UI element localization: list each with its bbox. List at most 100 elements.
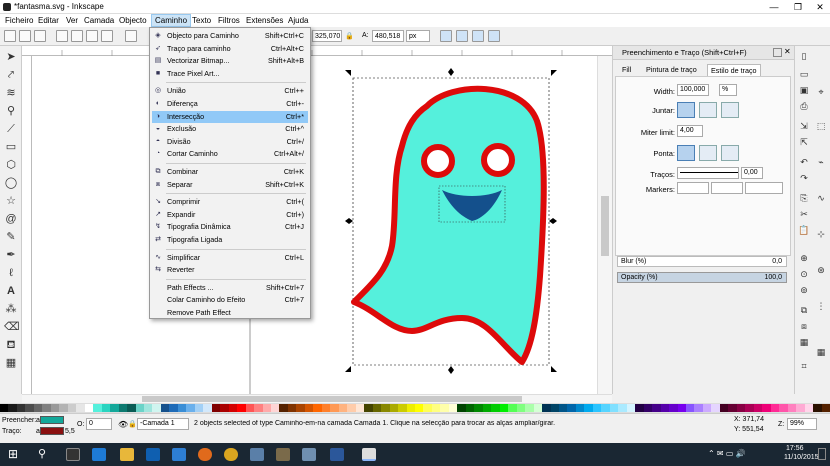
round-join-button[interactable] — [699, 102, 717, 118]
round-cap-button[interactable] — [699, 145, 717, 161]
snap-bbox-icon[interactable]: ⬚ — [815, 120, 827, 132]
ghost-body[interactable] — [351, 85, 547, 365]
menu-extensoes[interactable]: Extensões — [243, 14, 286, 27]
panel-close-icon[interactable]: ✕ — [784, 47, 791, 56]
copy-icon[interactable]: ⎘ — [798, 192, 810, 204]
menu-ajuda[interactable]: Ajuda — [285, 14, 311, 27]
menu-item-remove-path-effect[interactable]: Remove Path Effect — [152, 307, 308, 319]
redo-icon[interactable]: ↷ — [798, 172, 810, 184]
snap-paths-icon[interactable]: ∿ — [815, 192, 827, 204]
menu-item-division[interactable]: ◓ Divisão Ctrl+/ — [152, 136, 308, 148]
menu-camada[interactable]: Camada — [81, 14, 117, 27]
gradient-tool-icon[interactable]: ▦ — [4, 356, 18, 370]
zoom-selection-icon[interactable]: ⊕ — [798, 252, 810, 264]
menu-ver[interactable]: Ver — [63, 14, 81, 27]
menu-item-intersection[interactable]: ◑ Intersecção Ctrl+* — [152, 110, 308, 123]
start-button-icon[interactable]: ⊞ — [8, 447, 22, 461]
zoom-page-icon[interactable]: ⊚ — [798, 284, 810, 296]
task-view-icon[interactable] — [66, 448, 80, 461]
palette-swatch[interactable] — [821, 404, 830, 412]
search-icon[interactable]: ⚲ — [38, 447, 46, 460]
edge-browser-icon[interactable] — [92, 448, 106, 461]
fill-swatch[interactable] — [40, 416, 64, 424]
cut-icon[interactable]: ✂ — [798, 208, 810, 220]
menu-item-linked-offset[interactable]: ⇄ Tipografia Ligada — [152, 234, 308, 246]
dash-pattern-select[interactable] — [677, 167, 739, 179]
app-icon-1[interactable] — [250, 448, 264, 461]
snap-centers-icon[interactable]: ⊛ — [815, 264, 827, 276]
menu-caminho[interactable]: Caminho — [151, 14, 192, 27]
menu-item-dynamic-offset[interactable]: ↯ Tipografia Dinâmica Ctrl+J — [152, 221, 308, 233]
menu-item-outset[interactable]: ↗ Expandir Ctrl+) — [152, 209, 308, 221]
ellipse-tool-icon[interactable]: ◯ — [4, 176, 18, 190]
miter-limit-field[interactable]: 4,00 — [677, 125, 703, 137]
drawing-canvas[interactable] — [32, 56, 597, 394]
selector-tool-icon[interactable]: ➤ — [4, 50, 18, 64]
dropbox-icon[interactable] — [172, 448, 186, 461]
word-icon[interactable] — [330, 448, 344, 461]
print-icon[interactable]: ⎙ — [798, 100, 810, 112]
xml-editor-icon[interactable]: ⌗ — [798, 360, 810, 372]
menu-item-exclusion[interactable]: ◒ Exclusão Ctrl+^ — [152, 123, 308, 135]
menu-item-cut-path[interactable]: ◔ Cortar Caminho Ctrl+Alt+/ — [152, 148, 308, 160]
menu-item-reverse[interactable]: ⇆ Reverter — [152, 264, 308, 276]
pencil-tool-icon[interactable]: ✎ — [4, 230, 18, 244]
move-patterns-icon[interactable] — [488, 30, 500, 42]
menu-item-combine[interactable]: ⧉ Combinar Ctrl+K — [152, 166, 308, 178]
tray-icons[interactable]: ⌃ ✉ ▭ 🔊 — [708, 449, 746, 458]
close-button[interactable]: ✕ — [808, 1, 830, 13]
undo-icon[interactable]: ↶ — [798, 156, 810, 168]
tab-stroke-paint[interactable]: Pintura de traço — [643, 64, 700, 76]
lock-icon[interactable]: 🔒 — [345, 32, 354, 40]
start-marker-select[interactable] — [677, 182, 709, 194]
square-cap-button[interactable] — [721, 145, 739, 161]
app-icon-3[interactable] — [302, 448, 316, 461]
node-tool-icon[interactable]: ⤤ — [4, 68, 18, 82]
scale-corners-icon[interactable] — [456, 30, 468, 42]
dash-offset-field[interactable]: 0,00 — [741, 167, 763, 179]
menu-filtros[interactable]: Filtros — [215, 14, 243, 27]
horizontal-scrollbar[interactable] — [22, 394, 612, 403]
menu-item-trace-pixel-art[interactable]: ■ Trace Pixel Art... — [152, 68, 308, 80]
width-field[interactable]: 100,000 — [677, 84, 709, 96]
end-marker-select[interactable] — [745, 182, 783, 194]
measure-tool-icon[interactable]: ⟋ — [4, 122, 18, 136]
scale-stroke-icon[interactable] — [440, 30, 452, 42]
pen-tool-icon[interactable]: ✒ — [4, 248, 18, 262]
snap-guides-icon[interactable]: ⋮ — [815, 300, 827, 312]
ghost-eye-left[interactable] — [421, 144, 455, 178]
menu-item-union[interactable]: ◎ União Ctrl++ — [152, 85, 308, 97]
spray-tool-icon[interactable]: ⁂ — [4, 302, 18, 316]
inkscape-taskbar-icon[interactable] — [362, 448, 376, 461]
tweak-tool-icon[interactable]: ≋ — [4, 86, 18, 100]
paint-bucket-tool-icon[interactable]: ⛾ — [4, 338, 18, 352]
x-field[interactable]: 325,070 — [312, 30, 342, 42]
tab-fill[interactable]: Fill — [619, 64, 634, 76]
bevel-join-button[interactable] — [721, 102, 739, 118]
calligraphy-tool-icon[interactable]: ℓ — [4, 266, 18, 280]
butt-cap-button[interactable] — [677, 145, 695, 161]
group-icon[interactable]: ▦ — [798, 336, 810, 348]
miter-join-button[interactable] — [677, 102, 695, 118]
menu-editar[interactable]: Editar — [35, 14, 62, 27]
snap-grid-icon[interactable]: ▦ — [815, 346, 827, 358]
rotate-cw-icon[interactable] — [71, 30, 83, 42]
star-tool-icon[interactable]: ☆ — [4, 194, 18, 208]
menu-item-difference[interactable]: ◐ Diferença Ctrl+- — [152, 98, 308, 110]
flip-vertical-icon[interactable] — [101, 30, 113, 42]
menu-item-simplify[interactable]: ∿ Simplificar Ctrl+L — [152, 252, 308, 264]
raise-to-top-icon[interactable] — [125, 30, 137, 42]
open-document-icon[interactable]: ▭ — [798, 68, 810, 80]
menu-objecto[interactable]: Objecto — [116, 14, 150, 27]
eraser-tool-icon[interactable]: ⌫ — [4, 320, 20, 334]
menu-item-inset[interactable]: ↘ Comprimir Ctrl+( — [152, 196, 308, 208]
menu-item-paste-path-effect[interactable]: Colar Caminho do Efeito Ctrl+7 — [152, 294, 308, 306]
menu-item-object-to-path[interactable]: ◈ Objecto para Caminho Shift+Ctrl+C — [152, 30, 308, 42]
store-icon[interactable] — [146, 448, 160, 461]
layer-lock-icon[interactable]: 🔒 — [128, 420, 137, 428]
snap-nodes-icon[interactable]: ⌁ — [815, 156, 827, 168]
zoom-field[interactable]: 99% — [787, 418, 817, 430]
new-document-icon[interactable]: ▯ — [798, 50, 810, 62]
zoom-tool-icon[interactable]: ⚲ — [4, 104, 18, 118]
notification-icon[interactable] — [818, 448, 826, 460]
